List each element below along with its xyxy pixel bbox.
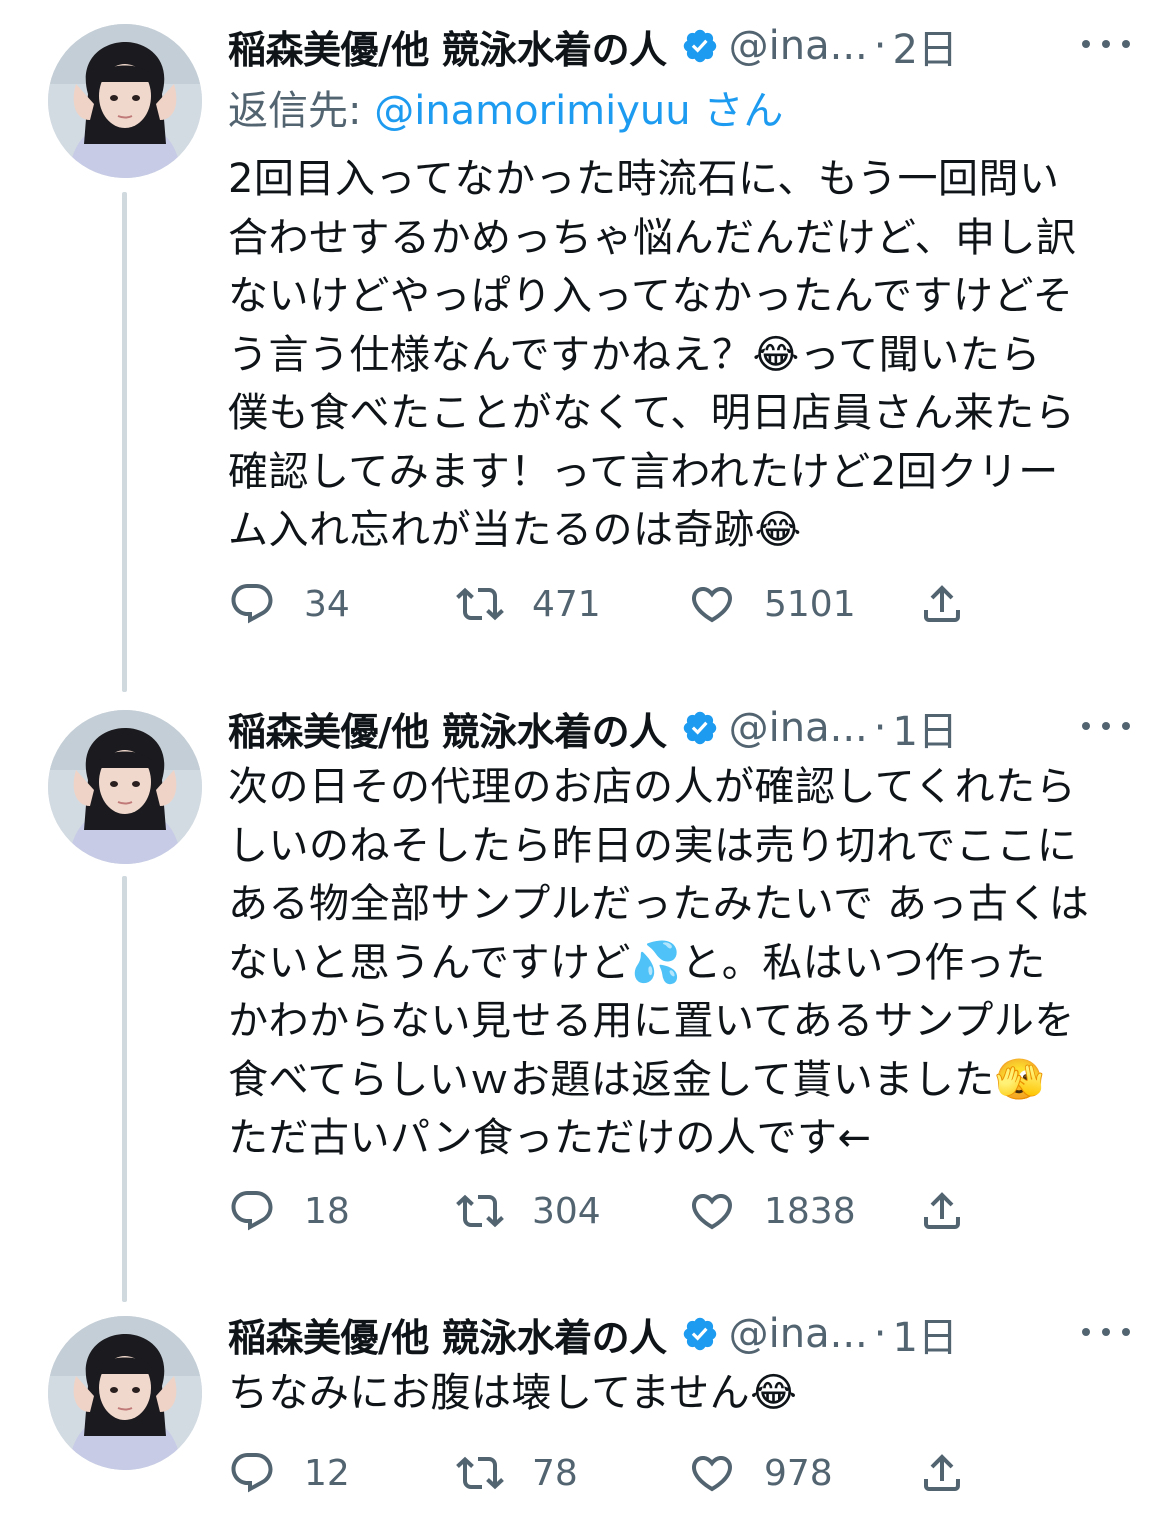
tweet[interactable]: 稲森美優/他 競泳水着の人 @ina... · 1日 次の日その代理のお店の人が… <box>0 690 1170 1280</box>
like-count: 978 <box>764 1452 833 1494</box>
like-count: 5101 <box>764 583 856 625</box>
verified-badge-icon <box>681 709 719 747</box>
tweet-header: 稲森美優/他 競泳水着の人 @ina... · 1日 <box>228 1302 1130 1366</box>
reply-to-suffix: さん <box>690 88 784 134</box>
retweet-icon <box>456 1187 504 1235</box>
separator: · <box>873 705 887 751</box>
separator: · <box>873 23 887 69</box>
retweet-icon <box>456 1449 504 1497</box>
reply-count: 12 <box>304 1452 350 1494</box>
share-icon <box>918 1187 966 1235</box>
more-icon[interactable] <box>1082 24 1130 64</box>
verified-badge-icon <box>681 1315 719 1353</box>
verified-badge-icon <box>681 27 719 65</box>
like-icon <box>688 1187 736 1235</box>
reply-button[interactable]: 18 <box>228 1183 350 1239</box>
like-icon <box>688 580 736 628</box>
avatar[interactable] <box>48 710 202 864</box>
retweet-count: 78 <box>532 1452 578 1494</box>
tweet-text: ちなみにお腹は壊してません😂 <box>228 1370 798 1416</box>
tweet-actions: 12 78 978 <box>228 1445 988 1501</box>
tweet[interactable]: 稲森美優/他 競泳水着の人 @ina... · 1日 ちなみにお腹は壊してません… <box>0 1300 1170 1539</box>
author-handle[interactable]: @ina... <box>729 23 868 69</box>
more-icon[interactable] <box>1082 706 1130 746</box>
tweet-text: 2回目入ってなかった時流石に、もう一回問い 合わせするかめっちゃ悩んだんだけど、… <box>228 156 1077 553</box>
timestamp[interactable]: 2日 <box>892 17 957 75</box>
retweet-button[interactable]: 304 <box>456 1183 601 1239</box>
author-name[interactable]: 稲森美優/他 競泳水着の人 <box>228 19 667 74</box>
more-icon[interactable] <box>1082 1312 1130 1352</box>
share-button[interactable] <box>918 1445 966 1501</box>
tweet-header: 稲森美優/他 競泳水着の人 @ina... · 2日 <box>228 14 1130 78</box>
share-icon <box>918 580 966 628</box>
reply-icon <box>228 580 276 628</box>
like-button[interactable]: 5101 <box>688 576 856 632</box>
share-button[interactable] <box>918 576 966 632</box>
reply-icon <box>228 1449 276 1497</box>
reply-count: 34 <box>304 583 350 625</box>
avatar[interactable] <box>48 1316 202 1470</box>
reply-count: 18 <box>304 1190 350 1232</box>
avatar[interactable] <box>48 24 202 178</box>
share-button[interactable] <box>918 1183 966 1239</box>
author-name[interactable]: 稲森美優/他 競泳水着の人 <box>228 701 667 756</box>
reply-icon <box>228 1187 276 1235</box>
tweet-text: 次の日その代理のお店の人が確認してくれたら しいのねそしたら昨日の実は売り切れで… <box>228 764 1090 1161</box>
reply-to: 返信先: @inamorimiyuu さん <box>228 78 783 136</box>
timestamp[interactable]: 1日 <box>892 699 957 757</box>
like-button[interactable]: 978 <box>688 1445 833 1501</box>
reply-button[interactable]: 34 <box>228 576 350 632</box>
separator: · <box>873 1311 887 1357</box>
author-handle[interactable]: @ina... <box>729 705 868 751</box>
retweet-button[interactable]: 471 <box>456 576 601 632</box>
retweet-icon <box>456 580 504 628</box>
reply-to-prefix: 返信先: <box>228 88 375 134</box>
author-handle[interactable]: @ina... <box>729 1311 868 1357</box>
reply-to-mention[interactable]: @inamorimiyuu <box>374 88 690 134</box>
timestamp[interactable]: 1日 <box>892 1305 957 1363</box>
retweet-count: 471 <box>532 583 601 625</box>
tweet-actions: 34 471 5101 <box>228 576 988 632</box>
like-button[interactable]: 1838 <box>688 1183 856 1239</box>
like-icon <box>688 1449 736 1497</box>
author-name[interactable]: 稲森美優/他 競泳水着の人 <box>228 1307 667 1362</box>
tweet[interactable]: 稲森美優/他 競泳水着の人 @ina... · 2日 返信先: @inamori… <box>0 0 1170 660</box>
tweet-header: 稲森美優/他 競泳水着の人 @ina... · 1日 <box>228 696 1130 760</box>
like-count: 1838 <box>764 1190 856 1232</box>
reply-button[interactable]: 12 <box>228 1445 350 1501</box>
share-icon <box>918 1449 966 1497</box>
tweet-actions: 18 304 1838 <box>228 1183 988 1239</box>
retweet-button[interactable]: 78 <box>456 1445 578 1501</box>
retweet-count: 304 <box>532 1190 601 1232</box>
